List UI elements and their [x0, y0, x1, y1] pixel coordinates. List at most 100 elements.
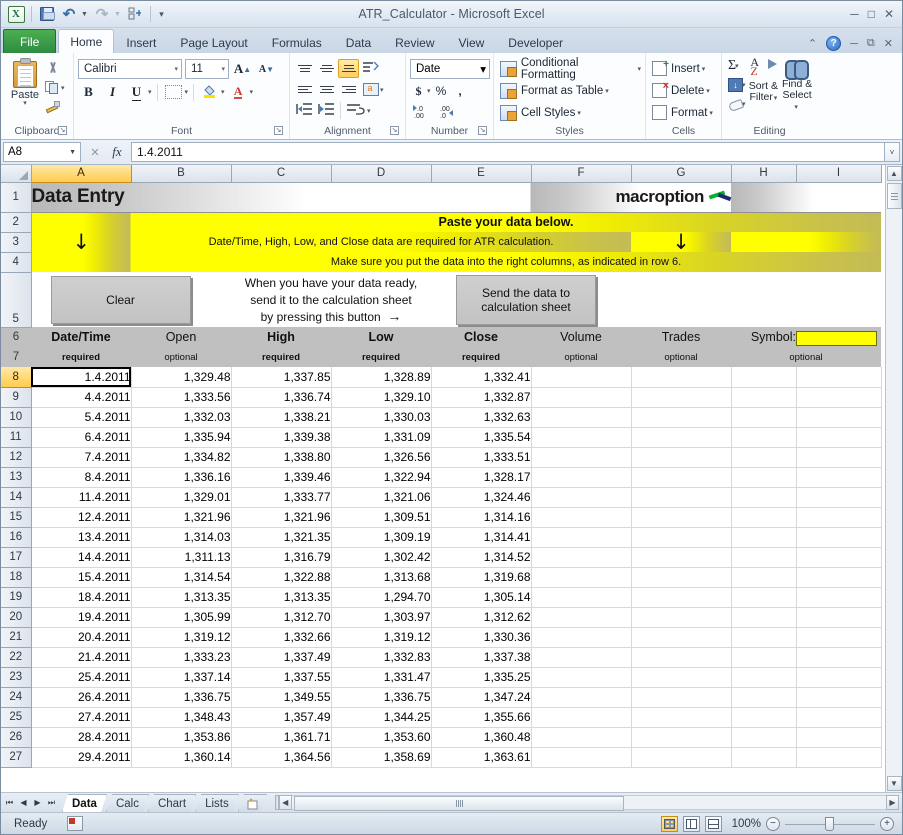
align-left-button[interactable]: [294, 80, 315, 99]
cell-empty-22-1[interactable]: [631, 647, 732, 668]
column-header-F[interactable]: F: [531, 165, 632, 183]
row-header-23[interactable]: 23: [1, 667, 32, 688]
cell-empty-23-3[interactable]: [796, 667, 882, 688]
cell-date-12[interactable]: 7.4.2011: [31, 447, 132, 468]
cell-low-15[interactable]: 1,309.51: [331, 507, 432, 528]
nav-next-icon[interactable]: ▶: [31, 798, 44, 807]
scroll-down-icon[interactable]: ▼: [886, 776, 902, 791]
column-header-E[interactable]: E: [431, 165, 532, 183]
cell-empty-25-1[interactable]: [631, 707, 732, 728]
tab-data[interactable]: Data: [334, 31, 383, 53]
cell-empty-18-3[interactable]: [796, 567, 882, 588]
hscroll-left-icon[interactable]: ◀: [278, 795, 292, 810]
row-header-9[interactable]: 9: [1, 387, 32, 408]
row-header-8[interactable]: 8: [1, 367, 32, 388]
cell-empty-17-0[interactable]: [531, 547, 632, 568]
cell-styles-dropdown-icon[interactable]: ▾: [577, 109, 581, 117]
zoom-level[interactable]: 100%: [727, 818, 761, 830]
cell-open-22[interactable]: 1,333.23: [131, 647, 232, 668]
cell-empty-12-3[interactable]: [796, 447, 882, 468]
worksheet-grid[interactable]: A B C D E F G H I 1 Data Entry macroptio…: [1, 165, 885, 792]
cell-high-18[interactable]: 1,322.88: [231, 567, 332, 588]
page-layout-view-icon[interactable]: [683, 815, 700, 832]
cell-empty-24-1[interactable]: [631, 687, 732, 708]
row-header-11[interactable]: 11: [1, 427, 32, 448]
underline-dropdown-icon[interactable]: ▾: [148, 88, 152, 96]
cell-low-11[interactable]: 1,331.09: [331, 427, 432, 448]
record-macro-icon[interactable]: [67, 816, 83, 831]
row-header-14[interactable]: 14: [1, 487, 32, 508]
cell-low-24[interactable]: 1,336.75: [331, 687, 432, 708]
cell-open-21[interactable]: 1,319.12: [131, 627, 232, 648]
row-header-25[interactable]: 25: [1, 707, 32, 728]
row-header-4[interactable]: 4: [1, 252, 32, 273]
cell-empty-19-3[interactable]: [796, 587, 882, 608]
cell-open-18[interactable]: 1,314.54: [131, 567, 232, 588]
merge-center-button[interactable]: [360, 80, 381, 99]
horizontal-scrollbar[interactable]: ◀ ▶: [274, 795, 899, 811]
orientation-button[interactable]: [360, 59, 381, 78]
page-break-view-icon[interactable]: [705, 815, 722, 832]
cell-empty-22-0[interactable]: [531, 647, 632, 668]
clear-button[interactable]: ▾: [726, 95, 746, 113]
collapse-ribbon-icon[interactable]: ⌃: [808, 37, 817, 50]
bottom-align-button[interactable]: [338, 59, 359, 78]
cell-empty-14-1[interactable]: [631, 487, 732, 508]
cell-open-23[interactable]: 1,337.14: [131, 667, 232, 688]
tab-page-layout[interactable]: Page Layout: [168, 31, 259, 53]
wrap-text-dropdown-icon[interactable]: ▾: [367, 107, 371, 115]
cell-open-19[interactable]: 1,313.35: [131, 587, 232, 608]
cell-close-19[interactable]: 1,305.14: [431, 587, 532, 608]
row-header-24[interactable]: 24: [1, 687, 32, 708]
cell-empty-11-3[interactable]: [796, 427, 882, 448]
font-dialog-launcher[interactable]: ↘: [274, 126, 283, 135]
cell-high-19[interactable]: 1,313.35: [231, 587, 332, 608]
cell-low-23[interactable]: 1,331.47: [331, 667, 432, 688]
top-align-button[interactable]: [294, 59, 315, 78]
symbol-input[interactable]: [796, 330, 877, 346]
cell-high-26[interactable]: 1,361.71: [231, 727, 332, 748]
cell-date-27[interactable]: 29.4.2011: [31, 747, 132, 768]
cell-high-16[interactable]: 1,321.35: [231, 527, 332, 548]
cell-empty-12-1[interactable]: [631, 447, 732, 468]
cell-low-20[interactable]: 1,303.97: [331, 607, 432, 628]
cell-open-12[interactable]: 1,334.82: [131, 447, 232, 468]
column-header-B[interactable]: B: [131, 165, 232, 183]
tab-formulas[interactable]: Formulas: [260, 31, 334, 53]
row-header-12[interactable]: 12: [1, 447, 32, 468]
row-header-13[interactable]: 13: [1, 467, 32, 488]
insert-worksheet-icon[interactable]: [238, 794, 267, 812]
cell-empty-17-1[interactable]: [631, 547, 732, 568]
cell-empty-24-0[interactable]: [531, 687, 632, 708]
cell-date-17[interactable]: 14.4.2011: [31, 547, 132, 568]
cell-empty-15-0[interactable]: [531, 507, 632, 528]
name-box[interactable]: A8 ▼: [3, 142, 81, 162]
accounting-format-button[interactable]: $: [410, 82, 427, 100]
cell-empty-16-1[interactable]: [631, 527, 732, 548]
column-header-G[interactable]: G: [631, 165, 732, 183]
nav-last-icon[interactable]: ⏭: [45, 798, 58, 808]
cell-empty-9-3[interactable]: [796, 387, 882, 408]
cell-low-25[interactable]: 1,344.25: [331, 707, 432, 728]
cell-empty-9-2[interactable]: [731, 387, 797, 408]
cell-empty-9-1[interactable]: [631, 387, 732, 408]
cell-empty-26-2[interactable]: [731, 727, 797, 748]
expand-formula-bar-icon[interactable]: ˅: [885, 142, 900, 162]
insert-function-icon[interactable]: fx: [106, 144, 128, 160]
nav-first-icon[interactable]: ⏮: [3, 798, 16, 808]
cell-open-17[interactable]: 1,311.13: [131, 547, 232, 568]
format-dropdown-icon[interactable]: ▾: [709, 109, 713, 117]
cell-open-15[interactable]: 1,321.96: [131, 507, 232, 528]
cell-empty-21-1[interactable]: [631, 627, 732, 648]
cell-open-24[interactable]: 1,336.75: [131, 687, 232, 708]
cell-empty-13-0[interactable]: [531, 467, 632, 488]
nav-prev-icon[interactable]: ◀: [17, 798, 30, 807]
cell-high-24[interactable]: 1,349.55: [231, 687, 332, 708]
cell-empty-14-0[interactable]: [531, 487, 632, 508]
row-header-19[interactable]: 19: [1, 587, 32, 608]
format-painter-button[interactable]: [45, 98, 65, 115]
conditional-formatting-button[interactable]: Conditional Formatting ▾: [498, 57, 641, 81]
row-header-3[interactable]: 3: [1, 232, 32, 253]
cell-close-22[interactable]: 1,337.38: [431, 647, 532, 668]
copy-button[interactable]: ▾: [45, 79, 65, 96]
